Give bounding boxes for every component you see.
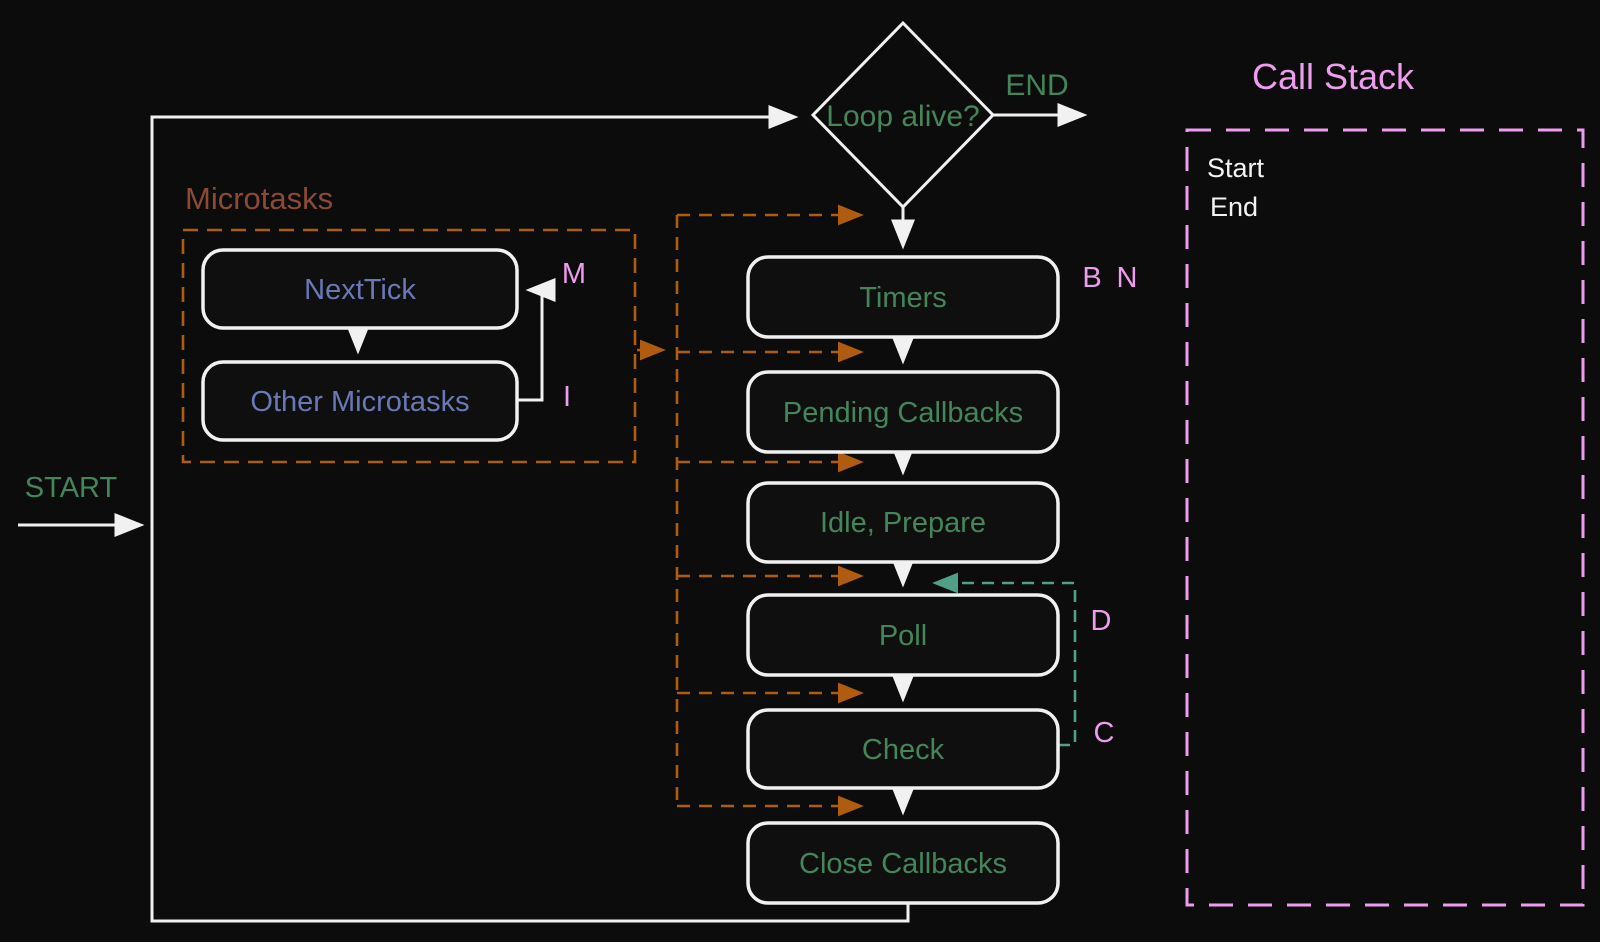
node-check-label: Check <box>862 734 945 766</box>
call-stack-entry-start: Start <box>1207 153 1265 183</box>
call-stack-entry-end: End <box>1210 192 1258 222</box>
node-pending-callbacks-label: Pending Callbacks <box>783 397 1023 429</box>
marker-n-label: N <box>1117 262 1138 294</box>
microtasks-title: Microtasks <box>185 181 333 216</box>
marker-m-label: M <box>562 258 586 290</box>
decision-label: Loop alive? <box>826 100 979 133</box>
microtasks-loop-line <box>517 278 556 402</box>
node-other-microtasks-label: Other Microtasks <box>250 386 469 418</box>
node-nexttick-label: NextTick <box>304 274 416 306</box>
marker-b-label: B <box>1082 262 1101 294</box>
end-label: END <box>1005 69 1068 102</box>
call-stack-container <box>1185 128 1585 907</box>
marker-c-label: C <box>1094 717 1115 749</box>
node-close-callbacks-label: Close Callbacks <box>799 848 1007 880</box>
node-poll-label: Poll <box>879 620 927 652</box>
call-stack-title: Call Stack <box>1252 56 1415 97</box>
start-label: START <box>25 472 118 504</box>
diagram-canvas: Loop alive? NextTick Other Microtasks Ti… <box>18 20 1585 923</box>
marker-i-label: I <box>563 381 571 413</box>
marker-d-label: D <box>1091 605 1112 637</box>
event-loop-diagram: Loop alive? NextTick Other Microtasks Ti… <box>0 0 1600 942</box>
node-timers-label: Timers <box>859 282 947 314</box>
node-idle-prepare-label: Idle, Prepare <box>820 507 986 539</box>
